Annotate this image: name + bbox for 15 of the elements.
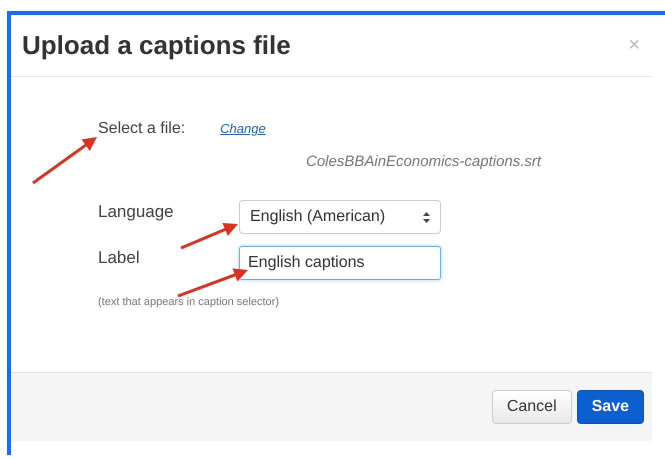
field-label: Select a file: xyxy=(98,120,186,138)
field-label: Language xyxy=(98,201,174,222)
annotation-arrow xyxy=(177,268,248,298)
field-label: Label xyxy=(98,247,140,268)
annotation-arrow xyxy=(32,137,97,184)
save-button[interactable]: Save xyxy=(576,390,644,424)
dialog-title: Upload a captions file xyxy=(22,30,291,61)
file-name: ColesBBAinEconomics-captions.srt xyxy=(306,153,542,170)
sort-icon xyxy=(423,212,430,222)
language-select[interactable]: English (American) xyxy=(239,200,441,234)
hint-text: (text that appears in caption selector) xyxy=(98,296,280,308)
change-link[interactable]: Change xyxy=(220,121,266,136)
cancel-button[interactable]: Cancel xyxy=(492,390,572,424)
label-input[interactable]: English captions xyxy=(239,246,441,280)
annotation-arrow xyxy=(180,222,238,250)
